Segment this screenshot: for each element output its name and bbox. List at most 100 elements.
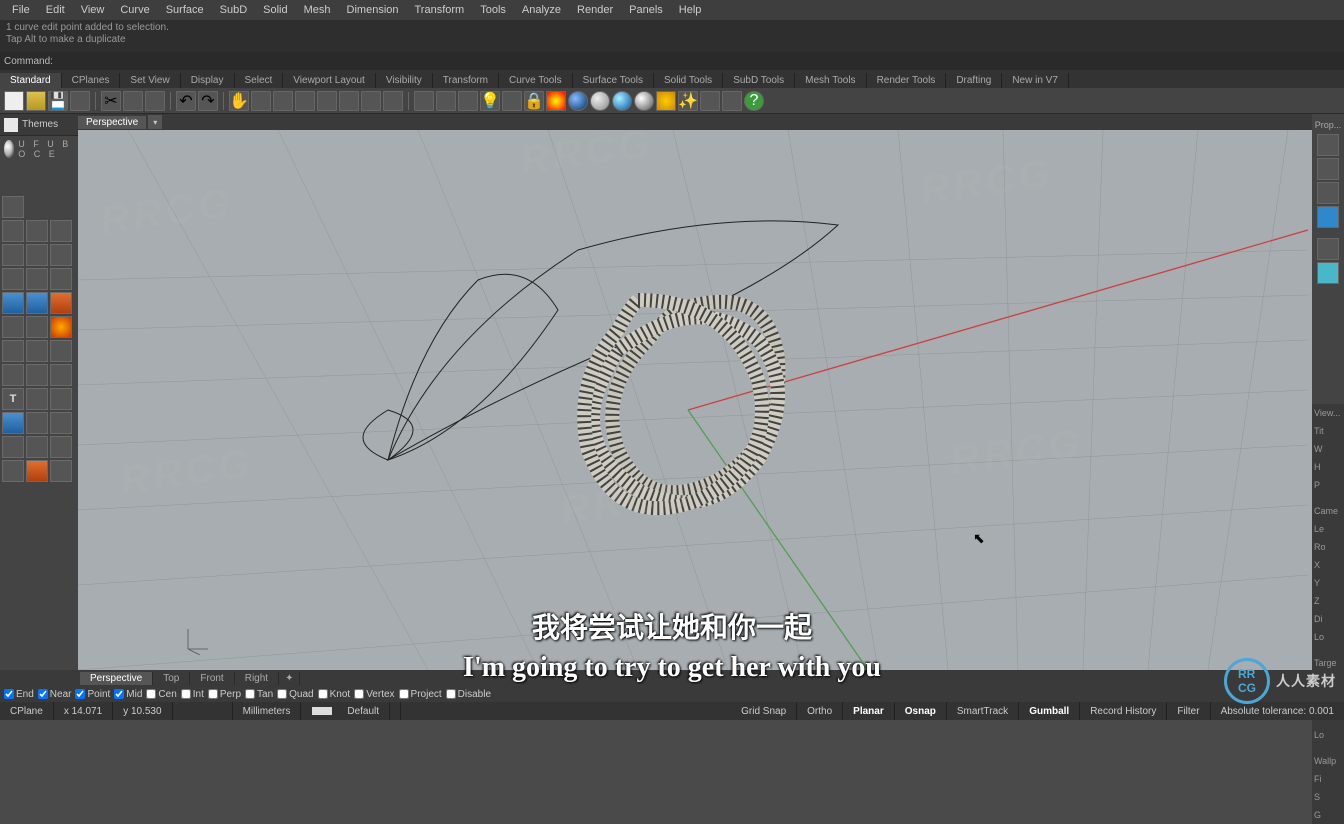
light-icon[interactable]: ✨	[678, 91, 698, 111]
vptab-top[interactable]: Top	[153, 672, 190, 685]
status-cplane[interactable]: CPlane	[0, 702, 54, 720]
sphere-tool-icon[interactable]	[26, 292, 48, 314]
set-cplane-icon[interactable]	[436, 91, 456, 111]
material-ball3-icon[interactable]	[612, 91, 632, 111]
text-tool-icon[interactable]: T	[2, 388, 24, 410]
polygon-tool-icon[interactable]	[50, 268, 72, 290]
layers-icon[interactable]	[458, 91, 478, 111]
vptab-perspective[interactable]: Perspective	[80, 672, 153, 685]
material-panel-icon[interactable]	[1317, 262, 1339, 284]
status-gumball[interactable]: Gumball	[1019, 702, 1080, 720]
options-icon[interactable]	[700, 91, 720, 111]
osnap-checkbox[interactable]	[181, 689, 191, 699]
circle-tool-icon[interactable]	[2, 244, 24, 266]
rect-tool-icon[interactable]	[50, 244, 72, 266]
trim-tool-icon[interactable]	[2, 364, 24, 386]
misc-tool-icon[interactable]	[50, 460, 72, 482]
osnap-end[interactable]: End	[4, 689, 34, 700]
zoom-icon[interactable]	[273, 91, 293, 111]
command-input[interactable]	[57, 56, 1340, 67]
split-tool-icon[interactable]	[26, 364, 48, 386]
show-icon[interactable]	[502, 91, 522, 111]
status-layer[interactable]: Default	[301, 702, 401, 720]
ellipse-tool-icon[interactable]	[26, 268, 48, 290]
brush-panel-icon[interactable]	[1317, 238, 1339, 260]
status-osnap[interactable]: Osnap	[895, 702, 947, 720]
tab-drafting[interactable]: Drafting	[946, 73, 1002, 88]
tab-setview[interactable]: Set View	[120, 73, 180, 88]
osnap-checkbox[interactable]	[245, 689, 255, 699]
hatch-tool-icon[interactable]	[50, 388, 72, 410]
save-icon[interactable]: 💾	[48, 91, 68, 111]
osnap-mid[interactable]: Mid	[114, 689, 142, 700]
new-file-icon[interactable]	[4, 91, 24, 111]
move-tool-icon[interactable]	[26, 316, 48, 338]
osnap-tan[interactable]: Tan	[245, 689, 273, 700]
pack-icon[interactable]	[722, 91, 742, 111]
tab-display[interactable]: Display	[181, 73, 235, 88]
osnap-checkbox[interactable]	[4, 689, 14, 699]
vptab-front[interactable]: Front	[190, 672, 234, 685]
menu-tools[interactable]: Tools	[472, 2, 514, 18]
four-viewports-icon[interactable]	[383, 91, 403, 111]
point-tool-icon[interactable]	[2, 220, 24, 242]
zoom-window-icon[interactable]	[339, 91, 359, 111]
pan-icon[interactable]: ✋	[229, 91, 249, 111]
arc-tool-icon[interactable]	[26, 244, 48, 266]
undo-icon[interactable]: ↶	[176, 91, 196, 111]
themes-panel-header[interactable]: Themes	[0, 114, 78, 136]
menu-analyze[interactable]: Analyze	[514, 2, 569, 18]
menu-curve[interactable]: Curve	[112, 2, 157, 18]
named-views-icon[interactable]	[361, 91, 381, 111]
fillet-tool-icon[interactable]	[26, 412, 48, 434]
zoom-selected-icon[interactable]	[317, 91, 337, 111]
print-icon[interactable]	[70, 91, 90, 111]
block-tool-icon[interactable]	[50, 436, 72, 458]
material-ball1-icon[interactable]	[568, 91, 588, 111]
properties-tab-label[interactable]: Prop...	[1315, 118, 1342, 132]
osnap-perp[interactable]: Perp	[208, 689, 241, 700]
polyline-tool-icon[interactable]	[50, 220, 72, 242]
join-tool-icon[interactable]	[50, 364, 72, 386]
material-ball2-icon[interactable]	[590, 91, 610, 111]
hide-icon[interactable]: 🔒	[524, 91, 544, 111]
osnap-project[interactable]: Project	[399, 689, 442, 700]
offset-tool-icon[interactable]	[50, 412, 72, 434]
osnap-int[interactable]: Int	[181, 689, 204, 700]
tab-transform[interactable]: Transform	[433, 73, 499, 88]
sun-icon[interactable]	[656, 91, 676, 111]
tab-visibility[interactable]: Visibility	[376, 73, 433, 88]
help-icon[interactable]: ?	[744, 91, 764, 111]
tab-solidtools[interactable]: Solid Tools	[654, 73, 723, 88]
viewport-title[interactable]: Perspective	[78, 116, 146, 129]
osnap-checkbox[interactable]	[38, 689, 48, 699]
cut-icon[interactable]: ✂	[101, 91, 121, 111]
vptab-right[interactable]: Right	[235, 672, 279, 685]
properties-icon[interactable]	[1317, 134, 1339, 156]
redo-icon[interactable]: ↷	[198, 91, 218, 111]
tab-surfacetools[interactable]: Surface Tools	[573, 73, 654, 88]
group-tool-icon[interactable]	[26, 436, 48, 458]
status-units[interactable]: Millimeters	[233, 702, 302, 720]
measure-tool-icon[interactable]	[2, 460, 24, 482]
mesh-tool-icon[interactable]	[2, 316, 24, 338]
cplane-icon[interactable]	[414, 91, 434, 111]
osnap-cen[interactable]: Cen	[146, 689, 176, 700]
osnap-checkbox[interactable]	[75, 689, 85, 699]
tab-newinv7[interactable]: New in V7	[1002, 73, 1069, 88]
osnap-checkbox[interactable]	[446, 689, 456, 699]
mirror-tool-icon[interactable]	[50, 340, 72, 362]
osnap-quad[interactable]: Quad	[277, 689, 313, 700]
tab-standard[interactable]: Standard	[0, 73, 62, 88]
status-planar[interactable]: Planar	[843, 702, 895, 720]
menu-view[interactable]: View	[73, 2, 113, 18]
status-ortho[interactable]: Ortho	[797, 702, 843, 720]
menu-help[interactable]: Help	[671, 2, 710, 18]
camera-panel-icon[interactable]	[1317, 206, 1339, 228]
vptab-add-icon[interactable]: ✦	[279, 672, 300, 685]
ufuboce-row[interactable]: U F U B O C E	[0, 136, 78, 162]
status-filter[interactable]: Filter	[1167, 702, 1210, 720]
menu-surface[interactable]: Surface	[158, 2, 212, 18]
menu-edit[interactable]: Edit	[38, 2, 73, 18]
zoom-extents-icon[interactable]	[295, 91, 315, 111]
